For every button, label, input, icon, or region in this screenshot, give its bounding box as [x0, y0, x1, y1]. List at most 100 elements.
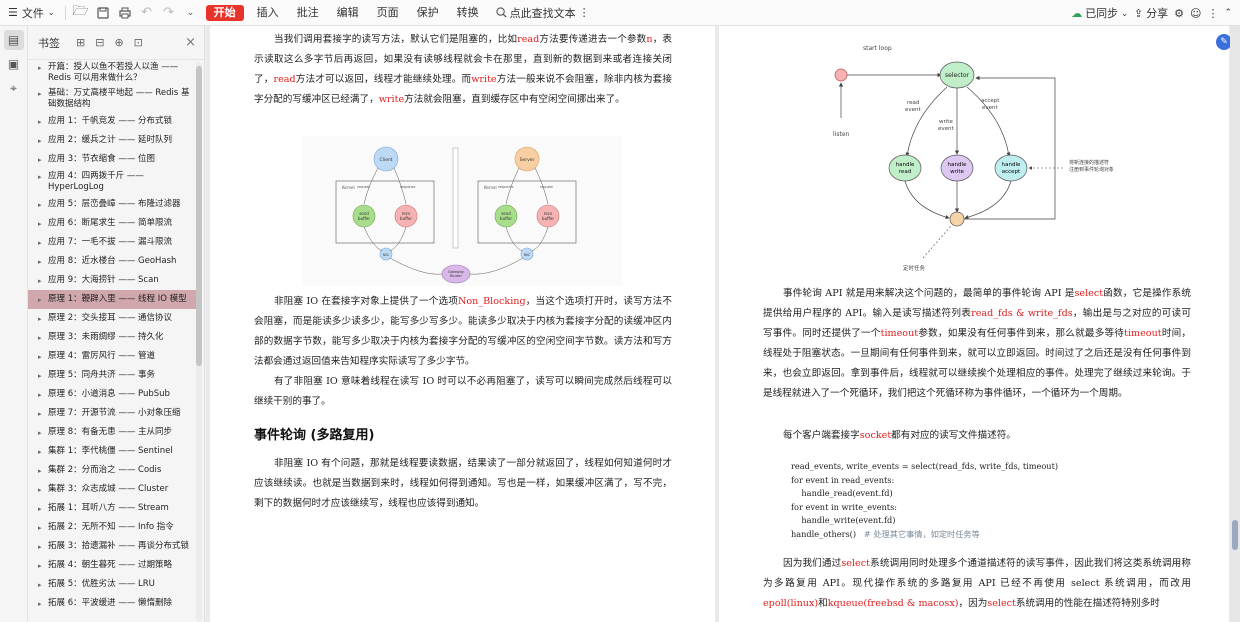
- tab-protect[interactable]: 保护: [408, 0, 448, 26]
- bookmark-item[interactable]: ▸ 应用 3：节衣缩食 —— 位图: [28, 150, 196, 169]
- thumbnails-icon[interactable]: ▤: [3, 30, 24, 50]
- chevron-right-icon[interactable]: ▸: [38, 237, 48, 249]
- user-icon[interactable]: ☺: [1190, 7, 1201, 20]
- chevron-right-icon[interactable]: ▸: [38, 408, 48, 420]
- bookmark-scrollbar[interactable]: [196, 62, 202, 622]
- bookmark-item[interactable]: ▸ 原理 1：鞭辟入里 —— 线程 IO 模型: [28, 290, 196, 309]
- image-icon[interactable]: ▣: [4, 54, 24, 74]
- more-dropdown-icon[interactable]: ⌄: [182, 4, 200, 22]
- bookmark-item-label: 应用 2：缓兵之计 —— 延时队列: [48, 135, 173, 145]
- bookmark-item[interactable]: ▸ 原理 7：开源节流 —— 小对象压缩: [28, 404, 196, 423]
- tab-annotate[interactable]: 批注: [288, 0, 328, 26]
- chevron-right-icon[interactable]: ▸: [38, 541, 48, 553]
- chevron-right-icon[interactable]: ▸: [38, 332, 48, 344]
- bookmark-item[interactable]: ▸ 应用 9：大海捞针 —— Scan: [28, 271, 196, 290]
- write-event-label-2: event: [938, 126, 955, 132]
- chevron-right-icon[interactable]: ▸: [38, 171, 48, 183]
- bookmark-item[interactable]: ▸ 拓展 1：耳听八方 —— Stream: [28, 499, 196, 518]
- chevron-right-icon[interactable]: ▸: [38, 62, 48, 74]
- bookmark-item[interactable]: ▸ 开篇：授人以鱼不若授人以渔 —— Redis 可以用来做什么？: [28, 60, 196, 86]
- tab-convert[interactable]: 转换: [448, 0, 488, 26]
- chevron-right-icon[interactable]: ▸: [38, 598, 48, 610]
- chevron-right-icon[interactable]: ▸: [38, 370, 48, 382]
- bookmark-item[interactable]: ▸ 集群 2：分而治之 —— Codis: [28, 461, 196, 480]
- bookmark-item-label: 原理 3：未雨绸缪 —— 持久化: [48, 332, 164, 342]
- chevron-right-icon[interactable]: ▸: [38, 351, 48, 363]
- chevron-right-icon[interactable]: ▸: [38, 218, 48, 230]
- bookmark-item[interactable]: ▸ 原理 2：交头接耳 —— 通信协议: [28, 309, 196, 328]
- bookmark-item[interactable]: ▸ 拓展 3：拾遗漏补 —— 再谈分布式锁: [28, 537, 196, 556]
- bookmark-item[interactable]: ▸ 拓展 6：平波缓进 —— 懒惰删除: [28, 594, 196, 613]
- bookmark-item[interactable]: ▸ 原理 6：小道消息 —— PubSub: [28, 385, 196, 404]
- chevron-right-icon[interactable]: ▸: [38, 313, 48, 325]
- bookmark-item[interactable]: ▸ 应用 4：四两拨千斤 —— HyperLogLog: [28, 169, 196, 195]
- collapse-icon[interactable]: ⌃: [1224, 8, 1232, 18]
- bookmark-item[interactable]: ▸ 应用 5：层峦叠嶂 —— 布隆过滤器: [28, 195, 196, 214]
- add-bookmark-icon[interactable]: ⊞: [76, 36, 85, 49]
- paragraph-non-blocking-io: 非阻塞 IO 在套接字对象上提供了一个选项Non_Blocking，当这个选项打…: [254, 296, 672, 367]
- bookmark-item[interactable]: ▸ 集群 3：众志成城 —— Cluster: [28, 480, 196, 499]
- sync-label: 已同步: [1085, 7, 1119, 20]
- chevron-right-icon[interactable]: ▸: [38, 579, 48, 591]
- chevron-right-icon[interactable]: ▸: [38, 560, 48, 572]
- bookmark-item[interactable]: ▸ 原理 4：雷厉风行 —— 管道: [28, 347, 196, 366]
- find-text-button[interactable]: 点此查找文本 ⋮: [495, 5, 590, 21]
- bookmark-item[interactable]: ▸ 原理 8：有备无患 —— 主从同步: [28, 423, 196, 442]
- bookmark-item[interactable]: ▸ 应用 1：千帆竞发 —— 分布式锁: [28, 112, 196, 131]
- nic-label-right: NIC: [524, 253, 531, 257]
- bookmark-item[interactable]: ▸ 拓展 5：优胜劣汰 —— LRU: [28, 575, 196, 594]
- chevron-right-icon[interactable]: ▸: [38, 256, 48, 268]
- sync-status[interactable]: ☁ 已同步 ⌄: [1071, 5, 1128, 21]
- bookmark-item-label: 原理 6：小道消息 —— PubSub: [48, 389, 170, 399]
- bookmark-item[interactable]: ▸ 基础：万丈高楼平地起 —— Redis 基础数据结构: [28, 86, 196, 112]
- close-icon[interactable]: ×: [185, 35, 196, 50]
- chevron-right-icon[interactable]: ▸: [38, 465, 48, 477]
- bookmark-item[interactable]: ▸ 应用 7：一毛不拔 —— 漏斗限流: [28, 233, 196, 252]
- redo-icon[interactable]: ↷: [160, 4, 178, 22]
- undo-icon[interactable]: ↶: [138, 4, 156, 22]
- share-button[interactable]: ⇪ 分享: [1134, 5, 1168, 21]
- bookmark-item-label: 集群 2：分而治之 —— Codis: [48, 465, 162, 475]
- save-icon[interactable]: [94, 4, 112, 22]
- chevron-right-icon[interactable]: ▸: [38, 389, 48, 401]
- settings-icon[interactable]: ⚙: [1174, 7, 1184, 20]
- tab-edit[interactable]: 编辑: [328, 0, 368, 26]
- folder-icon[interactable]: 🗁: [72, 4, 90, 22]
- bookmark-item[interactable]: ▸ 集群 1：李代桃僵 —— Sentinel: [28, 442, 196, 461]
- expand-all-icon[interactable]: ⊟: [95, 36, 104, 49]
- chevron-right-icon[interactable]: ▸: [38, 199, 48, 211]
- chevron-right-icon[interactable]: ▸: [38, 154, 48, 166]
- bookmark-item[interactable]: ▸ 原理 3：未雨绸缪 —— 持久化: [28, 328, 196, 347]
- chevron-right-icon[interactable]: ▸: [38, 522, 48, 534]
- file-menu[interactable]: ☰ 文件 ⌄: [0, 0, 61, 26]
- chevron-right-icon[interactable]: ▸: [38, 484, 48, 496]
- chevron-right-icon[interactable]: ▸: [38, 135, 48, 147]
- tab-page[interactable]: 页面: [368, 0, 408, 26]
- bookmark-item[interactable]: ▸ 应用 8：近水楼台 —— GeoHash: [28, 252, 196, 271]
- tab-insert[interactable]: 插入: [248, 0, 288, 26]
- stamp-icon[interactable]: ⌖: [4, 78, 24, 98]
- document-scrollbar[interactable]: [1230, 26, 1240, 622]
- bookmark-add-icon[interactable]: ⊕: [114, 36, 123, 49]
- handle-write-label-2: write: [950, 169, 964, 175]
- print-icon[interactable]: [116, 4, 134, 22]
- chevron-right-icon[interactable]: ▸: [38, 294, 48, 306]
- bookmark-options-icon[interactable]: ⊡: [134, 36, 143, 49]
- chevron-right-icon[interactable]: ▸: [38, 88, 48, 100]
- tab-start[interactable]: 开始: [205, 4, 244, 21]
- bookmark-item[interactable]: ▸ 拓展 4：朝生暮死 —— 过期策略: [28, 556, 196, 575]
- document-scrollbar-thumb[interactable]: [1232, 520, 1238, 550]
- bookmark-item[interactable]: ▸ 拓展 2：无所不知 —— Info 指令: [28, 518, 196, 537]
- chevron-right-icon[interactable]: ▸: [38, 446, 48, 458]
- bookmark-item[interactable]: ▸ 原理 5：同舟共济 —— 事务: [28, 366, 196, 385]
- bookmark-item[interactable]: ▸ 应用 2：缓兵之计 —— 延时队列: [28, 131, 196, 150]
- chevron-right-icon[interactable]: ▸: [38, 427, 48, 439]
- more-vertical-icon[interactable]: ⋮: [1207, 7, 1218, 20]
- bookmark-item[interactable]: ▸ 应用 6：断尾求生 —— 简单限流: [28, 214, 196, 233]
- bookmark-item-label: 拓展 3：拾遗漏补 —— 再谈分布式锁: [48, 541, 190, 551]
- chevron-right-icon[interactable]: ▸: [38, 116, 48, 128]
- chevron-right-icon[interactable]: ▸: [38, 275, 48, 287]
- bookmark-scrollbar-thumb[interactable]: [196, 66, 202, 366]
- chevron-right-icon[interactable]: ▸: [38, 503, 48, 515]
- bookmark-item-label: 原理 2：交头接耳 —— 通信协议: [48, 313, 173, 323]
